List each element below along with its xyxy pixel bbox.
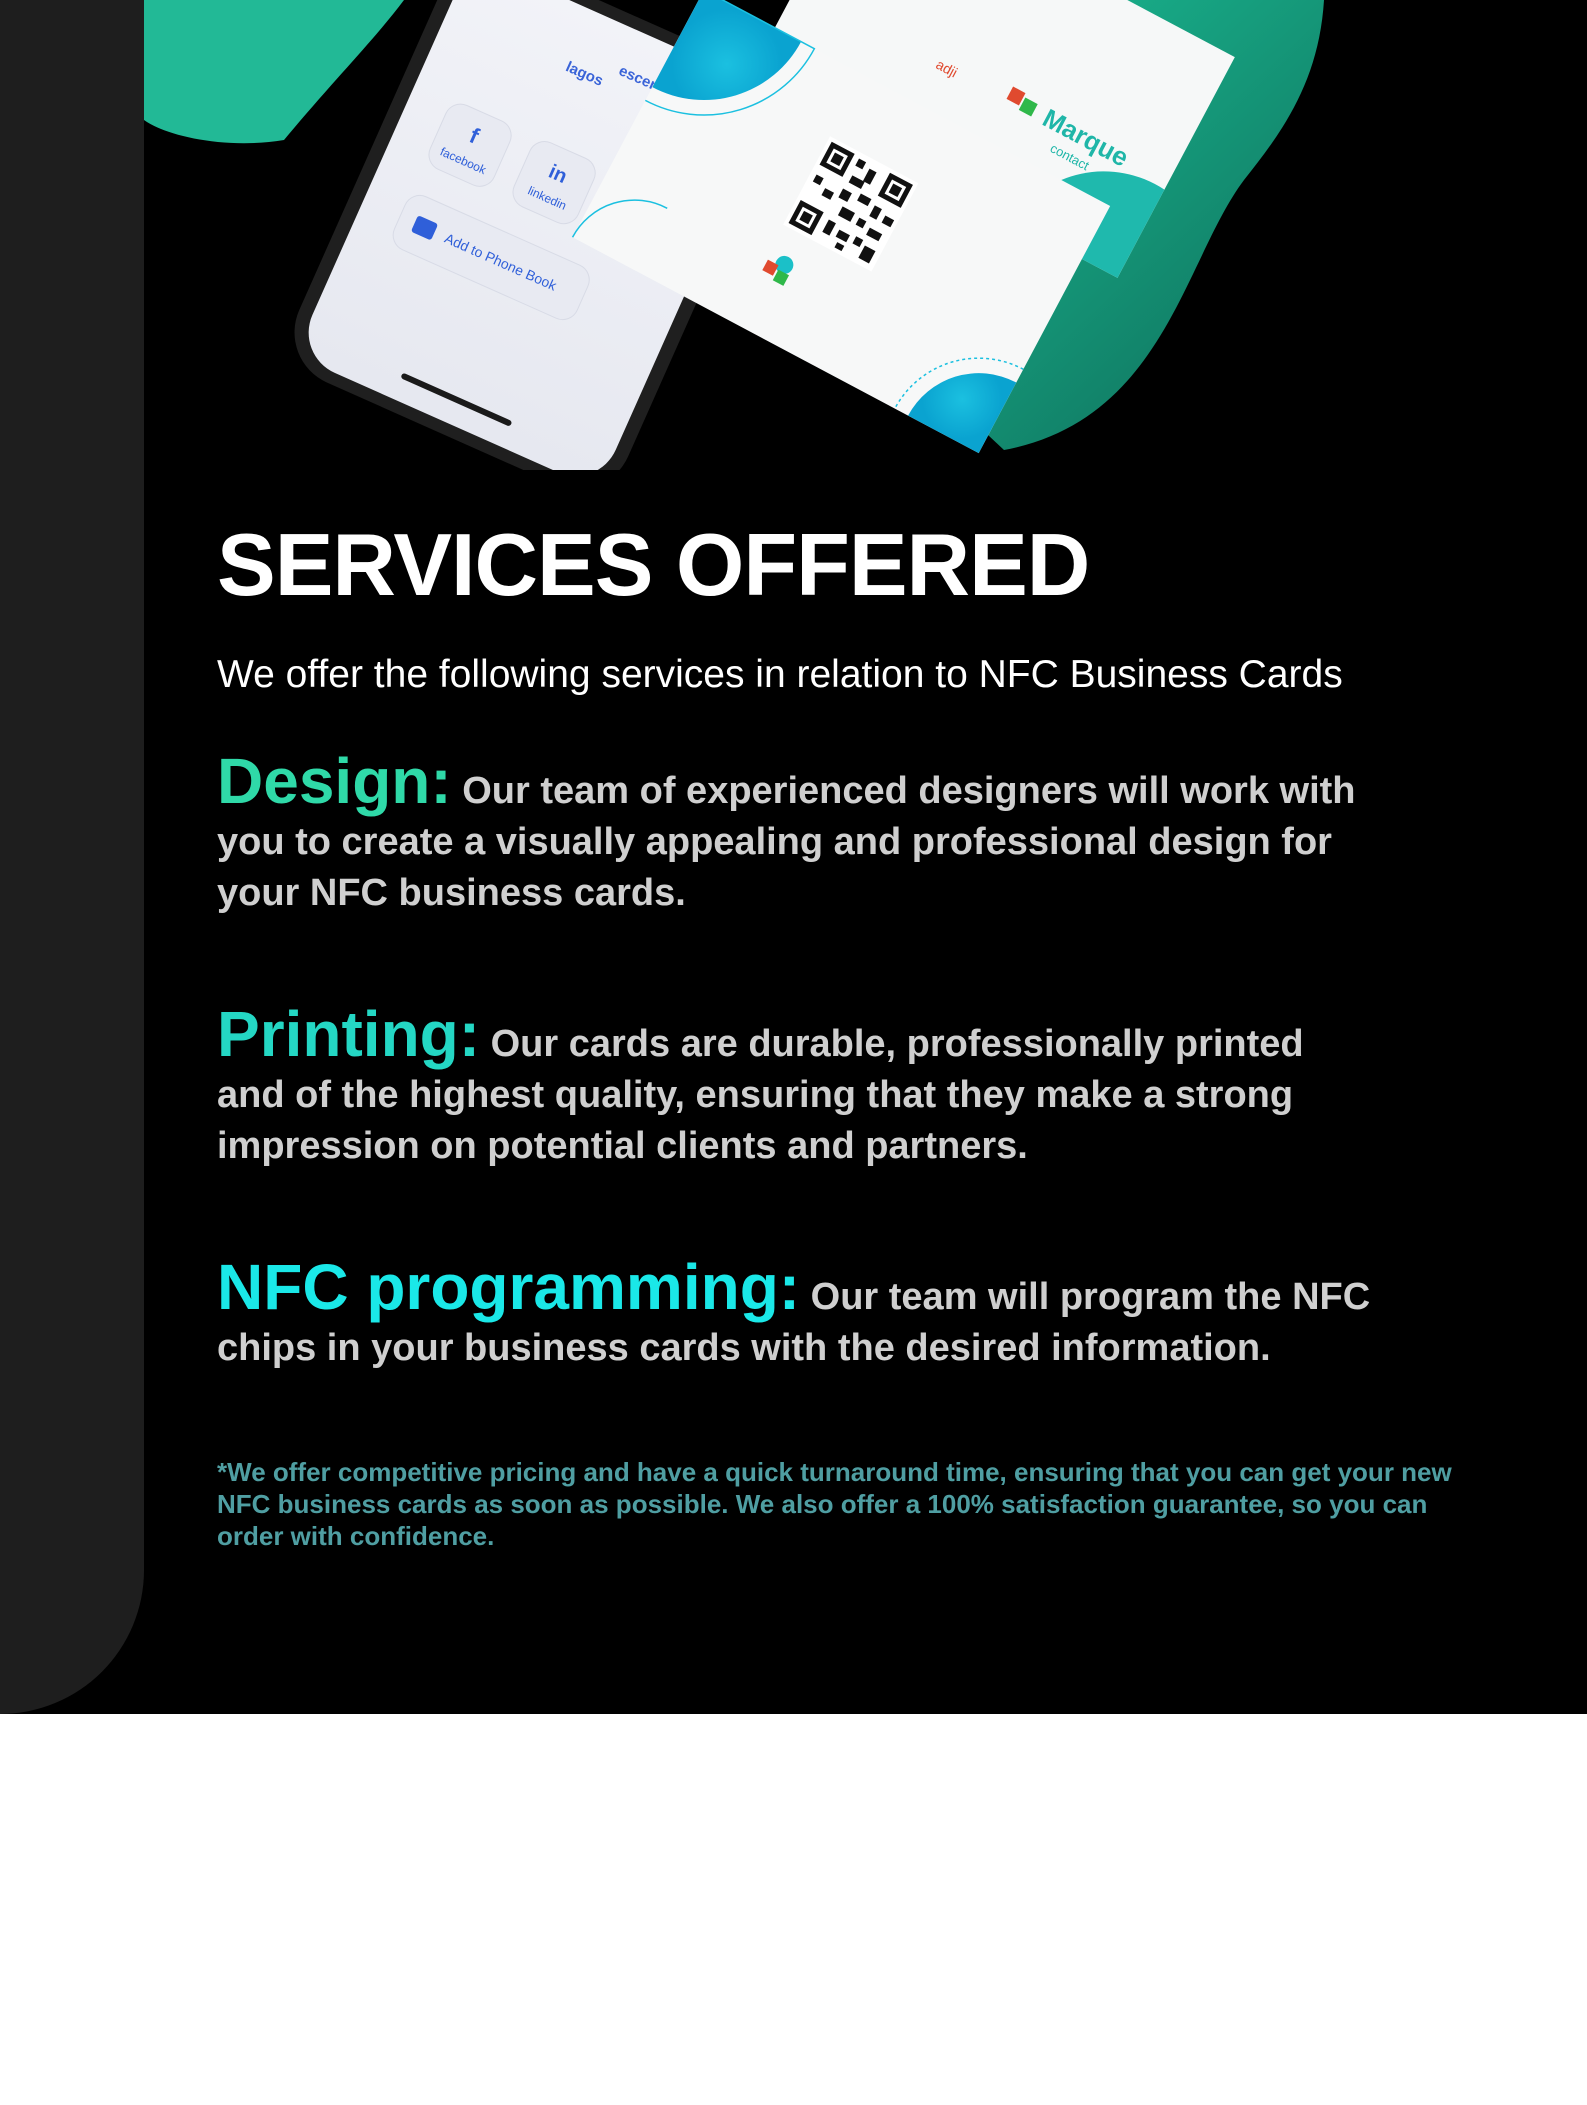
page: escent, lagos f facebook in linkedin twi…: [0, 0, 1587, 2105]
service-design-term: Design:: [217, 745, 452, 817]
hero-illustration: escent, lagos f facebook in linkedin twi…: [144, 0, 1324, 470]
footnote: *We offer competitive pricing and have a…: [217, 1457, 1452, 1551]
service-nfc-programming: NFC programming: Our team will program t…: [217, 1255, 1377, 1374]
section-intro: We offer the following services in relat…: [217, 653, 1343, 696]
service-printing-term: Printing:: [217, 998, 481, 1070]
teal-blob-left: [144, 0, 404, 144]
services-section: escent, lagos f facebook in linkedin twi…: [0, 0, 1587, 1714]
service-design: Design: Our team of experienced designer…: [217, 749, 1377, 919]
service-nfc-programming-term: NFC programming:: [217, 1251, 801, 1323]
left-decorative-strip: [0, 0, 144, 1714]
section-title: SERVICES OFFERED: [217, 515, 1090, 614]
service-printing: Printing: Our cards are durable, profess…: [217, 1002, 1377, 1172]
services-content: SERVICES OFFERED We offer the following …: [217, 510, 1477, 1552]
